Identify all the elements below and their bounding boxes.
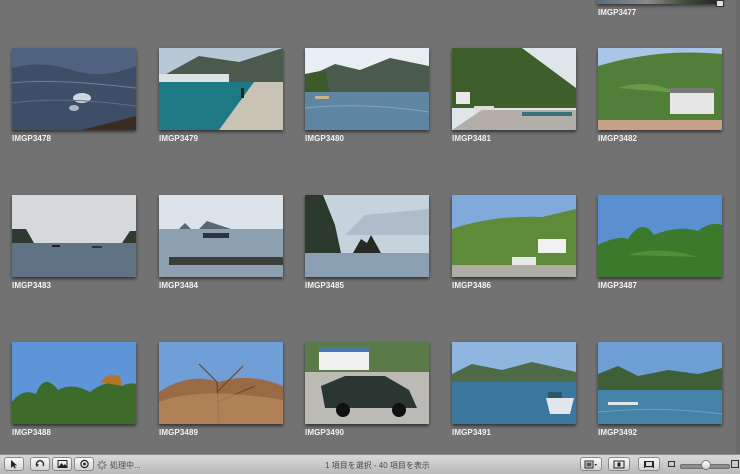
rippled-sea-water-photo	[12, 48, 136, 130]
partial-thumbnail[interactable]	[597, 0, 723, 4]
rotate-tool-button[interactable]	[30, 457, 50, 471]
parked-car-photo	[305, 342, 429, 424]
photo-thumbnail[interactable]	[159, 48, 283, 130]
photo-thumbnail[interactable]	[305, 48, 429, 130]
photo-thumbnail[interactable]	[159, 342, 283, 424]
rocky-headland-photo	[305, 195, 429, 277]
bay-mountains-photo	[305, 48, 429, 130]
boat-bay-photo	[452, 342, 576, 424]
photo-caption: IMGP3479	[159, 134, 199, 143]
bottom-toolbar: 処理中... 1 項目を選択 - 40 項目を表示	[0, 454, 740, 474]
grey-sea-boats-photo	[12, 195, 136, 277]
photo-caption: IMGP3478	[12, 134, 52, 143]
single-frame-icon	[613, 460, 625, 468]
retouch-tool-button[interactable]	[74, 457, 94, 471]
photo-caption: IMGP3480	[305, 134, 345, 143]
photo-thumbnail[interactable]	[452, 48, 576, 130]
retouch-icon	[79, 459, 89, 469]
misty-sea-islands-photo	[159, 195, 283, 277]
photo-caption: IMGP3477	[598, 8, 637, 17]
rotate-icon	[35, 460, 44, 467]
photo-thumbnail[interactable]	[12, 48, 136, 130]
photo-caption: IMGP3485	[305, 281, 345, 290]
photo-thumbnail[interactable]	[12, 342, 136, 424]
photo-thumbnail[interactable]	[12, 195, 136, 277]
photo-caption: IMGP3492	[598, 428, 638, 437]
hillside-houses-road-photo	[452, 48, 576, 130]
photo-thumbnail[interactable]	[452, 195, 576, 277]
large-thumbnail-icon	[731, 460, 739, 468]
photo-caption: IMGP3491	[452, 428, 492, 437]
calm-bay-hills-photo	[598, 342, 722, 424]
pointer-tool-button[interactable]	[4, 457, 24, 471]
green-trees-blue-sky-photo	[598, 195, 722, 277]
photo-mountain-icon	[57, 460, 67, 468]
scrollbar[interactable]	[736, 0, 740, 454]
photo-caption: IMGP3487	[598, 281, 638, 290]
photo-thumbnail[interactable]	[598, 195, 722, 277]
processing-spinner-icon	[97, 460, 107, 470]
photo-caption: IMGP3481	[452, 134, 492, 143]
photo-caption: IMGP3489	[159, 428, 199, 437]
forest-hill-house-photo	[598, 48, 722, 130]
selection-status: 1 項目を選択 - 40 項目を表示	[325, 461, 430, 470]
autumn-branches-photo	[159, 342, 283, 424]
arrow-pointer-icon	[11, 460, 17, 469]
photo-caption: IMGP3488	[12, 428, 52, 437]
photo-caption: IMGP3490	[305, 428, 345, 437]
photo-thumbnail[interactable]	[159, 195, 283, 277]
filmstrip-icon	[644, 460, 654, 468]
view-menu-icon	[584, 460, 597, 468]
photo-caption: IMGP3483	[12, 281, 52, 290]
filmstrip-view-button[interactable]	[638, 457, 660, 471]
harbor-pier-village-photo	[159, 48, 283, 130]
photo-thumbnail[interactable]	[452, 342, 576, 424]
treetops-blue-sky-photo	[12, 342, 136, 424]
photo-tool-button[interactable]	[52, 457, 72, 471]
coastal-village-hill-photo	[452, 195, 576, 277]
photo-browser-grid: IMGP3477 IMGP3478 IMGP3479 IMGP3480 IMGP…	[0, 0, 740, 454]
processing-label: 処理中...	[110, 461, 141, 470]
single-view-button[interactable]	[608, 457, 630, 471]
photo-thumbnail[interactable]	[598, 48, 722, 130]
photo-thumbnail[interactable]	[305, 342, 429, 424]
photo-thumbnail[interactable]	[598, 342, 722, 424]
adjust-badge-icon	[716, 0, 724, 7]
photo-caption: IMGP3486	[452, 281, 492, 290]
small-thumbnail-icon	[668, 461, 675, 467]
photo-thumbnail[interactable]	[305, 195, 429, 277]
photo-caption: IMGP3484	[159, 281, 199, 290]
view-options-button[interactable]	[580, 457, 602, 471]
photo-caption: IMGP3482	[598, 134, 638, 143]
